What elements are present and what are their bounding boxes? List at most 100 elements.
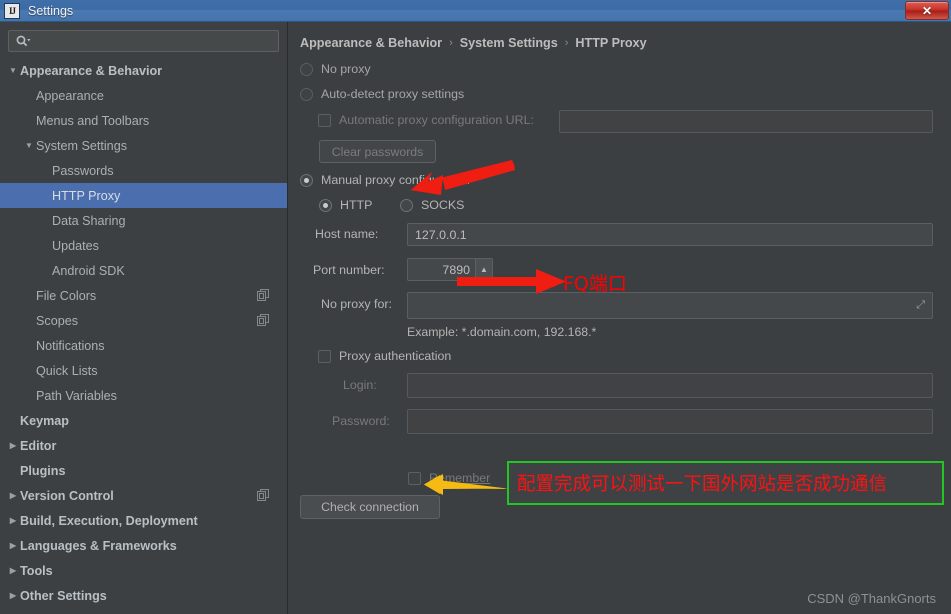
host-name-label: Host name: [315, 227, 378, 241]
radio-auto-detect-proxy[interactable]: Auto-detect proxy settings [300, 87, 464, 101]
sidebar-item-label: Version Control [20, 489, 114, 503]
sidebar-item-menus-and-toolbars[interactable]: Menus and Toolbars [0, 108, 287, 133]
sidebar-item-android-sdk[interactable]: Android SDK [0, 258, 287, 283]
radio-no-proxy[interactable]: No proxy [300, 62, 371, 76]
close-icon[interactable]: ✕ [905, 1, 949, 20]
sidebar-item-notifications[interactable]: Notifications [0, 333, 287, 358]
sidebar-item-label: Editor [20, 439, 56, 453]
host-name-input[interactable]: 127.0.0.1 [407, 223, 933, 246]
sidebar-item-label: Other Settings [20, 589, 107, 603]
sidebar-item-http-proxy[interactable]: HTTP Proxy [0, 183, 287, 208]
search-input[interactable] [31, 34, 278, 48]
chevron-down-icon[interactable]: ▼ [6, 66, 20, 75]
checkbox-remember[interactable]: Remember [408, 471, 490, 485]
sidebar-item-plugins[interactable]: Plugins [0, 458, 287, 483]
sidebar-item-label: Appearance & Behavior [20, 64, 162, 78]
sidebar-item-label: Build, Execution, Deployment [20, 514, 198, 528]
chevron-down-icon[interactable]: ▼ [22, 141, 36, 150]
sidebar-item-label: Android SDK [52, 264, 125, 278]
password-input[interactable] [407, 409, 933, 434]
sidebar-item-label: Quick Lists [36, 364, 98, 378]
checkbox-auto-config-url[interactable]: Automatic proxy configuration URL: [318, 113, 534, 127]
sidebar-item-tools[interactable]: ▶Tools [0, 558, 287, 583]
chevron-right-icon[interactable]: ▶ [6, 566, 20, 575]
radio-http-icon [319, 199, 332, 212]
checkbox-remember-label: Remember [429, 471, 490, 485]
sidebar-item-label: Scopes [36, 314, 78, 328]
copy-icon [257, 289, 269, 301]
no-proxy-for-input[interactable]: ⤢ [407, 292, 933, 319]
sidebar-item-label: Appearance [36, 89, 104, 103]
port-number-stepper[interactable]: 7890 ▲ [407, 258, 493, 281]
window-body: ▼Appearance & BehaviorAppearanceMenus an… [0, 22, 951, 614]
copy-icon [257, 314, 269, 326]
sidebar-item-label: Tools [20, 564, 53, 578]
radio-auto-detect-label: Auto-detect proxy settings [321, 87, 464, 101]
search-box[interactable] [8, 30, 279, 52]
copy-icon [257, 489, 269, 501]
watermark: CSDN @ThankGnorts [807, 591, 936, 606]
sidebar-item-appearance-behavior[interactable]: ▼Appearance & Behavior [0, 58, 287, 83]
checkbox-auto-config-url-icon [318, 114, 331, 127]
password-label: Password: [332, 414, 390, 428]
settings-tree: ▼Appearance & BehaviorAppearanceMenus an… [0, 58, 287, 608]
sidebar-item-appearance[interactable]: Appearance [0, 83, 287, 108]
sidebar-item-label: Path Variables [36, 389, 117, 403]
sidebar-item-updates[interactable]: Updates [0, 233, 287, 258]
chevron-right-icon[interactable]: ▶ [6, 541, 20, 550]
sidebar-item-label: Data Sharing [52, 214, 126, 228]
sidebar-item-label: Languages & Frameworks [20, 539, 177, 553]
checkbox-proxy-authentication[interactable]: Proxy authentication [318, 349, 451, 363]
sidebar-item-passwords[interactable]: Passwords [0, 158, 287, 183]
sidebar-item-label: Menus and Toolbars [36, 114, 149, 128]
search-icon [15, 34, 31, 48]
chevron-right-icon[interactable]: ▶ [6, 491, 20, 500]
auto-config-url-input[interactable] [559, 110, 933, 133]
radio-no-proxy-label: No proxy [321, 62, 371, 76]
sidebar-item-other-settings[interactable]: ▶Other Settings [0, 583, 287, 608]
chevron-right-icon[interactable]: ▶ [6, 441, 20, 450]
chevron-right-icon: › [449, 37, 453, 49]
checkbox-remember-icon [408, 472, 421, 485]
sidebar-item-label: Plugins [20, 464, 65, 478]
chevron-right-icon[interactable]: ▶ [6, 591, 20, 600]
http-proxy-panel: Appearance & Behavior › System Settings … [288, 22, 951, 614]
sidebar-item-version-control[interactable]: ▶Version Control [0, 483, 287, 508]
radio-no-proxy-icon [300, 63, 313, 76]
sidebar-item-label: Keymap [20, 414, 69, 428]
sidebar-item-path-variables[interactable]: Path Variables [0, 383, 287, 408]
sidebar-item-label: HTTP Proxy [52, 189, 120, 203]
sidebar-item-label: Updates [52, 239, 99, 253]
check-connection-button[interactable]: Check connection [300, 495, 440, 519]
clear-passwords-button[interactable]: Clear passwords [319, 140, 436, 163]
settings-sidebar: ▼Appearance & BehaviorAppearanceMenus an… [0, 22, 288, 614]
sidebar-item-languages-frameworks[interactable]: ▶Languages & Frameworks [0, 533, 287, 558]
breadcrumb-part-2[interactable]: System Settings [460, 36, 558, 50]
sidebar-item-file-colors[interactable]: File Colors [0, 283, 287, 308]
checkbox-auto-config-url-label: Automatic proxy configuration URL: [339, 113, 534, 127]
sidebar-item-build-execution-deployment[interactable]: ▶Build, Execution, Deployment [0, 508, 287, 533]
app-icon: IJ [4, 3, 20, 19]
sidebar-item-label: File Colors [36, 289, 96, 303]
login-input[interactable] [407, 373, 933, 398]
expand-icon[interactable]: ⤢ [916, 299, 925, 312]
chevron-up-icon[interactable]: ▲ [475, 259, 492, 280]
breadcrumb-part-1[interactable]: Appearance & Behavior [300, 36, 442, 50]
checkbox-proxy-authentication-label: Proxy authentication [339, 349, 451, 363]
sidebar-item-editor[interactable]: ▶Editor [0, 433, 287, 458]
radio-manual-proxy[interactable]: Manual proxy configuration [300, 173, 470, 187]
sidebar-item-keymap[interactable]: Keymap [0, 408, 287, 433]
settings-window: IJ Settings ✕ ▼Appearance & Beha [0, 0, 951, 614]
port-number-value[interactable]: 7890 [408, 259, 475, 280]
sidebar-item-label: Notifications [36, 339, 105, 353]
chevron-right-icon[interactable]: ▶ [6, 516, 20, 525]
sidebar-item-system-settings[interactable]: ▼System Settings [0, 133, 287, 158]
radio-socks-label: SOCKS [421, 198, 464, 212]
sidebar-item-label: Passwords [52, 164, 114, 178]
radio-socks[interactable]: SOCKS [400, 198, 464, 212]
radio-http[interactable]: HTTP [319, 198, 372, 212]
sidebar-item-data-sharing[interactable]: Data Sharing [0, 208, 287, 233]
sidebar-item-scopes[interactable]: Scopes [0, 308, 287, 333]
sidebar-item-quick-lists[interactable]: Quick Lists [0, 358, 287, 383]
port-number-label: Port number: [313, 263, 385, 277]
